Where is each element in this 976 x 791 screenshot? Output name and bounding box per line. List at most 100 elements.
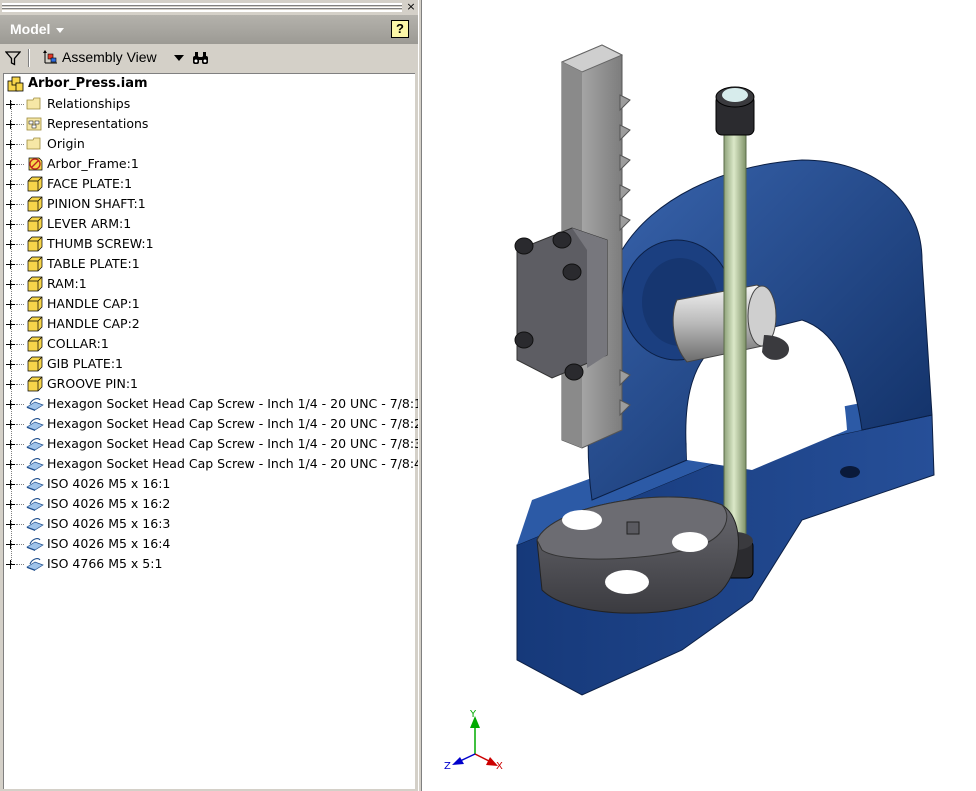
table-plate	[536, 496, 739, 614]
expand-icon[interactable]	[6, 520, 15, 529]
tree-item[interactable]: ISO 4026 M5 x 16:1	[4, 474, 414, 494]
help-icon[interactable]: ?	[391, 20, 409, 38]
expand-icon[interactable]	[6, 240, 15, 249]
tree-connector	[16, 404, 24, 405]
model-tree: Arbor_Press.iam Relationships Representat…	[3, 73, 422, 789]
tree-item-label: Representations	[47, 116, 149, 131]
arbor-press-model[interactable]	[422, 0, 976, 791]
binoculars-icon[interactable]	[192, 51, 209, 65]
part-icon	[27, 256, 43, 272]
graphics-window[interactable]: Y X Z	[422, 0, 976, 791]
tree-item[interactable]: LEVER ARM:1	[4, 214, 414, 234]
tree-item[interactable]: Hexagon Socket Head Cap Screw - Inch 1/4…	[4, 394, 422, 414]
tree-item[interactable]: Origin	[4, 134, 414, 154]
tree-connector	[16, 124, 24, 125]
content-center-icon	[26, 438, 44, 451]
expand-icon[interactable]	[6, 180, 15, 189]
expand-icon[interactable]	[6, 440, 15, 449]
tree-item[interactable]: GIB PLATE:1	[4, 354, 414, 374]
close-panel-button[interactable]: ×	[405, 1, 417, 13]
tree-item[interactable]: THUMB SCREW:1	[4, 234, 414, 254]
part-icon	[27, 176, 43, 192]
axis-label-z: Z	[444, 761, 451, 772]
part-icon	[27, 296, 43, 312]
tree-item[interactable]: COLLAR:1	[4, 334, 414, 354]
toolbar-separator	[28, 49, 30, 67]
tree-item[interactable]: TABLE PLATE:1	[4, 254, 414, 274]
tree-item[interactable]: ISO 4766 M5 x 5:1	[4, 554, 414, 574]
representations-icon	[26, 117, 42, 131]
panel-grip[interactable]	[2, 3, 402, 12]
model-browser-panel: × Model ? Assembly View Arbor_Press.iam …	[0, 0, 422, 791]
expand-icon[interactable]	[6, 500, 15, 509]
tree-item[interactable]: HANDLE CAP:1	[4, 294, 414, 314]
expand-icon[interactable]	[6, 360, 15, 369]
assembly-icon	[7, 76, 24, 92]
expand-icon[interactable]	[6, 540, 15, 549]
tree-item[interactable]: Relationships	[4, 94, 414, 114]
tree-item[interactable]: Arbor_Frame:1	[4, 154, 414, 174]
chevron-down-icon[interactable]	[56, 28, 64, 33]
expand-icon[interactable]	[6, 340, 15, 349]
browser-titlebar[interactable]: Model ?	[0, 15, 418, 44]
tree-item-label: ISO 4026 M5 x 16:3	[47, 516, 171, 531]
expand-icon[interactable]	[6, 140, 15, 149]
expand-icon[interactable]	[6, 100, 15, 109]
expand-icon[interactable]	[6, 160, 15, 169]
expand-icon[interactable]	[6, 260, 15, 269]
tree-item-label: TABLE PLATE:1	[47, 256, 140, 271]
expand-icon[interactable]	[6, 560, 15, 569]
tree-item[interactable]: Hexagon Socket Head Cap Screw - Inch 1/4…	[4, 454, 422, 474]
filter-icon[interactable]	[5, 51, 21, 66]
tree-item-label: Arbor_Frame:1	[47, 156, 139, 171]
part-icon	[27, 196, 43, 212]
part-icon	[27, 276, 43, 292]
tree-item-label: FACE PLATE:1	[47, 176, 133, 191]
expand-icon[interactable]	[6, 400, 15, 409]
tree-item[interactable]: FACE PLATE:1	[4, 174, 414, 194]
assembly-view-icon[interactable]	[42, 50, 60, 67]
folder-icon	[26, 97, 41, 110]
tree-item-label: PINION SHAFT:1	[47, 196, 146, 211]
tree-item[interactable]: ISO 4026 M5 x 16:2	[4, 494, 414, 514]
expand-icon[interactable]	[6, 120, 15, 129]
expand-icon[interactable]	[6, 420, 15, 429]
tree-item[interactable]: ISO 4026 M5 x 16:4	[4, 534, 414, 554]
tree-item-label: Hexagon Socket Head Cap Screw - Inch 1/4…	[47, 436, 423, 451]
content-center-icon	[26, 418, 44, 431]
view-selector[interactable]: Assembly View	[62, 49, 157, 65]
expand-icon[interactable]	[6, 200, 15, 209]
tree-connector	[16, 384, 24, 385]
tree-item-label: RAM:1	[47, 276, 87, 291]
tree-connector	[16, 184, 24, 185]
view-dropdown-icon[interactable]	[174, 55, 184, 61]
tree-item[interactable]: Hexagon Socket Head Cap Screw - Inch 1/4…	[4, 434, 422, 454]
tree-connector	[16, 424, 24, 425]
tree-item-label: ISO 4026 M5 x 16:1	[47, 476, 171, 491]
tree-item[interactable]: Hexagon Socket Head Cap Screw - Inch 1/4…	[4, 414, 422, 434]
tree-root[interactable]: Arbor_Press.iam	[4, 74, 414, 94]
expand-icon[interactable]	[6, 460, 15, 469]
part-icon	[27, 216, 43, 232]
expand-icon[interactable]	[6, 300, 15, 309]
tree-item[interactable]: RAM:1	[4, 274, 414, 294]
tree-item-label: HANDLE CAP:2	[47, 316, 140, 331]
expand-icon[interactable]	[6, 380, 15, 389]
expand-icon[interactable]	[6, 320, 15, 329]
tree-connector	[16, 284, 24, 285]
tree-item[interactable]: HANDLE CAP:2	[4, 314, 414, 334]
browser-title[interactable]: Model	[10, 21, 50, 37]
tree-connector	[16, 504, 24, 505]
tree-item[interactable]: Representations	[4, 114, 414, 134]
tree-item-label: Hexagon Socket Head Cap Screw - Inch 1/4…	[47, 396, 423, 411]
tree-connector	[16, 344, 24, 345]
expand-icon[interactable]	[6, 280, 15, 289]
expand-icon[interactable]	[6, 220, 15, 229]
expand-icon[interactable]	[6, 480, 15, 489]
tree-item[interactable]: GROOVE PIN:1	[4, 374, 414, 394]
tree-item[interactable]: ISO 4026 M5 x 16:3	[4, 514, 414, 534]
content-center-icon	[26, 478, 44, 491]
tree-connector	[16, 244, 24, 245]
tree-item[interactable]: PINION SHAFT:1	[4, 194, 414, 214]
content-center-icon	[26, 398, 44, 411]
